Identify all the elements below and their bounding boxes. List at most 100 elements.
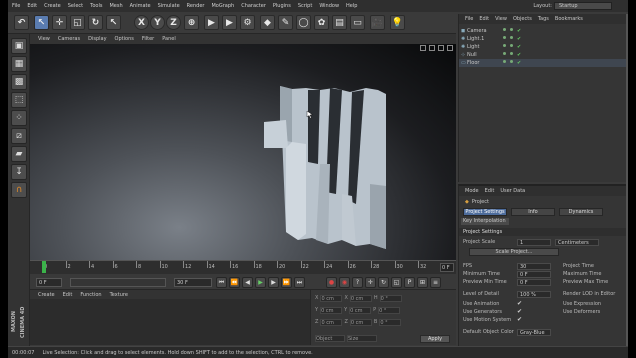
polygons-icon[interactable]: ▰ [11, 146, 27, 162]
menu-item-select[interactable]: Select [68, 3, 83, 9]
zoom-icon[interactable] [429, 45, 435, 51]
enable-axis-icon[interactable]: ↧ [11, 164, 27, 180]
frame-range-slider[interactable] [70, 278, 166, 287]
render-dot[interactable] [510, 52, 513, 55]
object-menu-tags[interactable]: Tags [538, 16, 549, 22]
move-icon[interactable]: ✛ [52, 15, 67, 30]
viewport-nav-icons[interactable] [420, 45, 453, 51]
coord-input[interactable]: 0 cm [349, 306, 372, 314]
rotate-icon[interactable]: ↻ [88, 15, 103, 30]
object-menu-bookmarks[interactable]: Bookmarks [555, 16, 583, 22]
visibility-dot[interactable] [503, 28, 506, 31]
object-menu-view[interactable]: View [495, 16, 507, 22]
coordinate-system-icon[interactable]: ⊕ [184, 15, 199, 30]
timeline-ruler[interactable]: 02468101214161820222426283032 0 F [30, 260, 456, 274]
maximize-icon[interactable] [447, 45, 453, 51]
camera-icon[interactable]: 🎥 [370, 15, 385, 30]
viewport-menu-view[interactable]: View [38, 36, 50, 42]
coord-input[interactable]: 0 ° [378, 306, 401, 314]
coord-input[interactable]: 0 cm [320, 294, 343, 302]
object-row-camera[interactable]: ◼ Camera ✔ [459, 27, 627, 35]
object-row-null[interactable]: ⊹ Null ✔ [459, 51, 627, 59]
render-dot[interactable] [510, 28, 513, 31]
visibility-dot[interactable] [503, 44, 506, 47]
undo-icon[interactable]: ↶ [14, 15, 29, 30]
viewport-menu-cameras[interactable]: Cameras [58, 36, 80, 42]
x-axis-icon[interactable]: X [134, 15, 149, 30]
coord-input[interactable]: 0 ° [379, 294, 402, 302]
perspective-viewport[interactable] [30, 44, 456, 260]
object-row-light-1[interactable]: ✺ Light.1 ✔ [459, 35, 627, 43]
enable-check-icon[interactable]: ✔ [517, 52, 521, 58]
render-dot[interactable] [510, 44, 513, 47]
snap-icon[interactable]: ∩ [11, 182, 27, 198]
render-picture-viewer-icon[interactable]: ▶ [222, 15, 237, 30]
material-manager-area[interactable] [30, 299, 310, 345]
attr-value[interactable]: 100 % [517, 291, 551, 298]
material-menu-create[interactable]: Create [38, 292, 55, 298]
current-frame-field[interactable]: 0 F [440, 263, 454, 272]
z-axis-icon[interactable]: Z [166, 15, 181, 30]
material-menu-edit[interactable]: Edit [63, 292, 73, 298]
tab-info[interactable]: Info [511, 208, 555, 216]
subdivision-icon[interactable]: ◯ [296, 15, 311, 30]
enable-check-icon[interactable]: ✔ [517, 60, 521, 66]
menu-item-simulate[interactable]: Simulate [158, 3, 180, 9]
viewport-menu-panel[interactable]: Panel [162, 36, 176, 42]
live-select-icon[interactable]: ↖ [34, 15, 49, 30]
render-dot[interactable] [510, 36, 513, 39]
scale-icon[interactable]: ◱ [70, 15, 85, 30]
prev-frame-icon[interactable]: ◀ [242, 277, 253, 288]
attr-units-dropdown[interactable]: Centimeters [555, 239, 599, 246]
attribute-menu-user-data[interactable]: User Data [500, 188, 525, 194]
material-menu-function[interactable]: Function [80, 292, 101, 298]
object-row-floor[interactable]: ▭ Floor ✔ [459, 59, 627, 67]
coord-size-dropdown[interactable]: Size [347, 334, 377, 342]
visibility-dot[interactable] [503, 36, 506, 39]
tab-dynamics[interactable]: Dynamics [559, 208, 603, 216]
menu-item-create[interactable]: Create [44, 3, 61, 9]
menu-item-script[interactable]: Script [298, 3, 313, 9]
position-key-icon[interactable]: ✛ [365, 277, 376, 288]
frame-ruler[interactable]: 02468101214161820222426283032 [42, 261, 430, 275]
attribute-menu-mode[interactable]: Mode [465, 188, 479, 194]
cube-icon[interactable]: ◆ [260, 15, 275, 30]
menu-item-help[interactable]: Help [346, 3, 357, 9]
menu-item-window[interactable]: Window [319, 3, 339, 9]
play-icon[interactable]: ▶ [255, 277, 266, 288]
scale-key-icon[interactable]: ◱ [391, 277, 402, 288]
viewport-menu-options[interactable]: Options [115, 36, 134, 42]
menu-item-character[interactable]: Character [241, 3, 266, 9]
attr-value[interactable]: 0 F [517, 271, 551, 278]
coord-input[interactable]: 0 ° [379, 318, 402, 326]
recent-tool-icon[interactable]: ↖ [106, 15, 121, 30]
attr-value[interactable]: Gray-Blue [517, 329, 551, 336]
go-to-start-icon[interactable]: ⏮ [216, 277, 227, 288]
visibility-dot[interactable] [503, 60, 506, 63]
param-key-icon[interactable]: P [404, 277, 415, 288]
make-editable-icon[interactable]: ▣ [11, 38, 27, 54]
points-icon[interactable]: ⁘ [11, 110, 27, 126]
texture-mode-icon[interactable]: ▩ [11, 74, 27, 90]
coord-input[interactable]: 0 cm [320, 306, 343, 314]
y-axis-icon[interactable]: Y [150, 15, 165, 30]
object-menu-edit[interactable]: Edit [479, 16, 489, 22]
coord-input[interactable]: 0 cm [349, 294, 372, 302]
timeline-icon[interactable]: ≡ [430, 277, 441, 288]
attr-checkbox-icon[interactable]: ✔ [517, 308, 522, 315]
start-frame-field[interactable]: 0 F [36, 278, 62, 287]
menu-item-file[interactable]: File [12, 3, 20, 9]
layout-dropdown[interactable]: Startup [554, 2, 612, 10]
attr-value[interactable]: 30 [517, 263, 551, 270]
menu-item-render[interactable]: Render [187, 3, 205, 9]
attribute-menu-edit[interactable]: Edit [485, 188, 495, 194]
next-frame-icon[interactable]: ▶ [268, 277, 279, 288]
prev-key-icon[interactable]: ⏪ [229, 277, 240, 288]
pla-key-icon[interactable]: ⊞ [417, 277, 428, 288]
apply-button[interactable]: Apply [420, 335, 450, 343]
edges-icon[interactable]: ⧄ [11, 128, 27, 144]
array-icon[interactable]: ✿ [314, 15, 329, 30]
material-menu-texture[interactable]: Texture [110, 292, 128, 298]
autokey-icon[interactable]: ◉ [339, 277, 350, 288]
menu-item-mesh[interactable]: Mesh [109, 3, 122, 9]
